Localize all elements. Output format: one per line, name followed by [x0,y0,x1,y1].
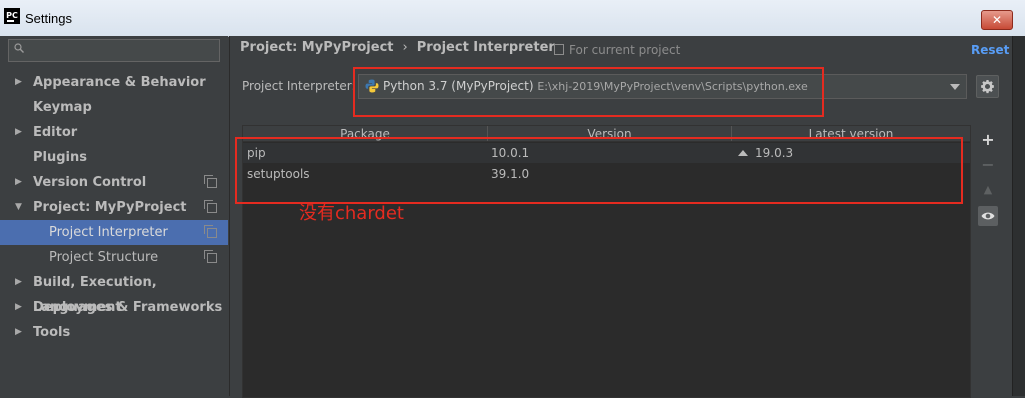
sidebar-item-label: Tools [33,325,71,340]
scope-note: For current project [554,43,680,57]
interpreter-label: Project Interpreter: [242,79,356,93]
interpreter-dropdown[interactable]: Python 3.7 (MyPyProject) E:\xhj-2019\MyP… [358,74,967,99]
window-edge-strip [1012,36,1025,396]
expand-arrow-icon: ▶ [15,127,22,137]
interpreter-name: Python 3.7 (MyPyProject) [383,79,534,93]
breadcrumb-project: Project: MyPyProject [240,40,394,55]
sidebar-item-build-execution-deployment[interactable]: ▶ Build, Execution, Deployment [0,270,228,315]
package-version: 10.0.1 [491,146,530,160]
sidebar-item-label: Project: MyPyProject [33,200,187,215]
sidebar-item-label: Appearance & Behavior [33,75,206,90]
package-version: 39.1.0 [491,167,530,181]
sidebar-item-label: Version Control [33,175,147,190]
sidebar-item-label: Editor [33,125,78,140]
column-header-package[interactable]: Package [243,126,488,141]
project-settings-icon [204,200,217,213]
gear-icon [981,79,994,94]
expand-arrow-icon: ▶ [15,327,22,337]
sidebar-item-keymap[interactable]: Keymap [0,95,228,120]
expand-arrow-icon: ▶ [15,277,22,287]
breadcrumb-page: Project Interpreter [416,40,555,55]
table-row[interactable]: pip 10.0.1 19.0.3 [243,143,970,163]
package-name: setuptools [247,167,310,181]
upgrade-available-icon [738,150,748,156]
python-icon [365,79,379,93]
sidebar-item-languages-frameworks[interactable]: ▶ Languages & Frameworks [0,295,228,320]
reset-link[interactable]: Reset [971,43,1009,57]
pycharm-app-icon: PC [4,8,20,24]
sidebar-item-label: Keymap [33,100,92,115]
breadcrumb: Project: MyPyProject › Project Interpreter [240,40,555,55]
annotation-text: 没有chardet [299,203,404,224]
sidebar-item-version-control[interactable]: ▶ Version Control [0,170,228,195]
project-settings-icon [204,175,217,188]
sidebar-item-project-interpreter[interactable]: Project Interpreter [0,220,228,245]
eye-icon [981,212,995,220]
search-icon [14,43,24,53]
package-latest-version: 19.0.3 [755,146,794,160]
project-scope-icon [554,44,564,55]
chevron-down-icon [950,84,960,90]
sidebar-item-label: Project Structure [49,250,159,265]
collapse-arrow-icon: ▼ [15,202,22,212]
expand-arrow-icon: ▶ [15,177,22,187]
show-early-releases-button[interactable] [978,206,998,226]
sidebar-item-tools[interactable]: ▶ Tools [0,320,228,345]
sidebar-item-label: Languages & Frameworks [33,300,223,315]
sidebar-item-label: Project Interpreter [49,225,168,240]
sidebar-item-appearance-behavior[interactable]: ▶ Appearance & Behavior [0,70,228,95]
column-header-latest-version[interactable]: Latest version [732,126,970,141]
settings-search-input[interactable] [8,39,220,62]
interpreter-settings-button[interactable] [976,75,999,98]
window-title: Settings [25,11,72,26]
close-button[interactable]: ✕ [981,10,1013,30]
interpreter-path: E:\xhj-2019\MyPyProject\venv\Scripts\pyt… [537,80,808,93]
project-settings-icon [204,250,217,263]
package-name: pip [247,146,266,160]
window-title-bar: PC Settings ✕ [0,0,1025,37]
scope-note-text: For current project [569,43,681,57]
expand-arrow-icon: ▶ [15,77,22,87]
sidebar-item-project-structure[interactable]: Project Structure [0,245,228,270]
sidebar-item-editor[interactable]: ▶ Editor [0,120,228,145]
column-header-version[interactable]: Version [488,126,732,141]
sidebar-item-plugins[interactable]: Plugins [0,145,228,170]
package-latest: 19.0.3 [738,143,793,163]
table-header: Package Version Latest version [243,126,970,142]
add-package-button[interactable]: + [978,130,998,150]
packages-table: Package Version Latest version pip 10.0.… [242,125,971,398]
remove-package-button[interactable]: − [978,155,998,175]
settings-sidebar: ▶ Appearance & Behavior Keymap ▶ Editor … [0,36,228,396]
sidebar-item-project[interactable]: ▼ Project: MyPyProject [0,195,228,220]
packages-toolbar: + − ▲ [976,125,1000,396]
project-settings-icon [204,225,217,238]
interpreter-value: Python 3.7 (MyPyProject) E:\xhj-2019\MyP… [383,79,808,93]
upgrade-package-button[interactable]: ▲ [978,180,998,200]
sidebar-item-label: Plugins [33,150,87,165]
expand-arrow-icon: ▶ [15,302,22,312]
table-row[interactable]: setuptools 39.1.0 [243,164,970,184]
breadcrumb-separator: › [402,40,408,55]
